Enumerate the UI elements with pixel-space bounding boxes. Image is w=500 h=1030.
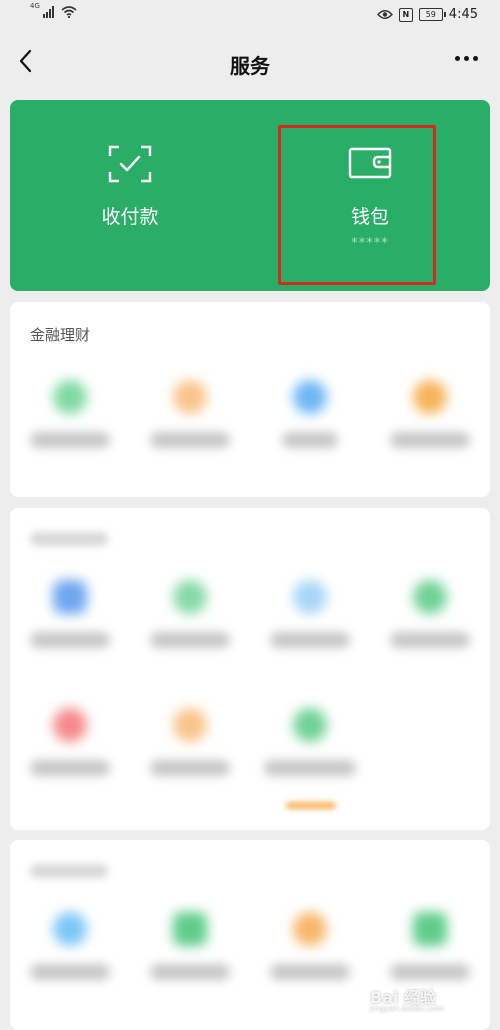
service-label	[150, 432, 230, 448]
service-label	[390, 432, 470, 448]
service-label	[30, 432, 110, 448]
service-item[interactable]	[250, 708, 370, 818]
nav-bar: 服务	[0, 32, 500, 90]
service-icon	[293, 380, 327, 414]
service-icon	[53, 708, 87, 742]
service-label	[30, 632, 110, 648]
page-title: 服务	[230, 54, 270, 78]
service-label	[150, 632, 230, 648]
wallet-button[interactable]: 钱包 *****	[250, 100, 490, 291]
service-label	[30, 964, 110, 980]
battery-icon: 59	[418, 8, 446, 21]
section-title-blurred	[30, 864, 108, 878]
eye-icon	[376, 10, 393, 19]
more-dots-icon[interactable]	[455, 56, 478, 61]
service-icon	[293, 912, 327, 946]
service-label	[282, 432, 338, 448]
service-item[interactable]	[370, 580, 490, 690]
service-icon	[413, 912, 447, 946]
receive-pay-label: 收付款	[101, 206, 159, 228]
service-icon	[413, 580, 447, 614]
service-item[interactable]	[250, 580, 370, 690]
service-icon	[293, 708, 327, 742]
service-label	[150, 964, 230, 980]
service-item[interactable]	[250, 380, 370, 490]
wifi-icon	[61, 6, 77, 18]
section-finance: 金融理财	[10, 302, 490, 497]
service-icon	[53, 912, 87, 946]
service-icon	[173, 708, 207, 742]
service-item[interactable]	[10, 580, 130, 690]
signal-icon	[42, 6, 54, 18]
service-item[interactable]	[130, 912, 250, 1022]
nfc-icon: N	[398, 7, 413, 22]
service-icon	[173, 912, 207, 946]
service-item[interactable]	[130, 708, 250, 818]
service-label	[390, 632, 470, 648]
receive-pay-button[interactable]: 收付款	[10, 100, 250, 291]
status-bar: 4G N 59 4:45	[0, 0, 500, 32]
service-label	[270, 964, 350, 980]
promo-badge	[286, 802, 336, 809]
service-label	[390, 964, 470, 980]
service-icon	[53, 380, 87, 414]
wallet-icon	[348, 147, 392, 179]
service-icon	[53, 580, 87, 614]
service-label	[264, 760, 356, 776]
service-item[interactable]	[10, 380, 130, 490]
section-life-services	[10, 508, 490, 830]
service-icon	[413, 380, 447, 414]
service-icon	[293, 580, 327, 614]
network-type: 4G	[30, 2, 40, 10]
section-title-blurred	[30, 532, 108, 546]
wallet-label: 钱包	[350, 206, 389, 228]
service-icon	[173, 580, 207, 614]
service-item[interactable]	[130, 580, 250, 690]
service-label	[270, 632, 350, 648]
service-item[interactable]	[250, 912, 370, 1022]
baidu-jingyan-watermark: Bai 经验 jingyan.baidu.com	[370, 982, 480, 1014]
payment-wallet-card: 收付款 钱包 *****	[10, 100, 490, 291]
scan-check-icon	[108, 145, 152, 183]
service-item[interactable]	[130, 380, 250, 490]
service-item[interactable]	[370, 380, 490, 490]
section-title: 金融理财	[30, 326, 91, 344]
service-icon	[173, 380, 207, 414]
service-label	[30, 760, 110, 776]
service-item[interactable]	[10, 708, 130, 818]
wallet-balance-hidden: *****	[351, 236, 389, 251]
service-item[interactable]	[10, 912, 130, 1022]
service-label	[150, 760, 230, 776]
status-time: 4:45	[448, 7, 478, 22]
watermark-url: jingyan.baidu.com	[370, 1004, 444, 1013]
